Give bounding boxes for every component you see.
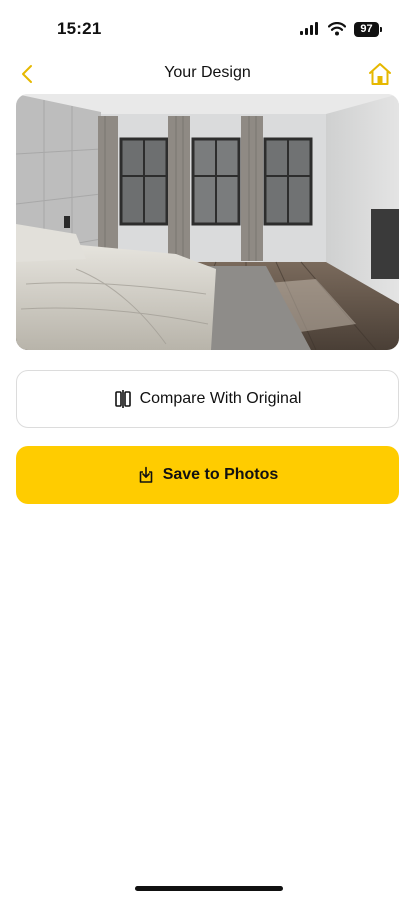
home-indicator[interactable]: [135, 886, 283, 891]
home-icon: [369, 63, 391, 85]
bedroom-render-image: [16, 94, 399, 350]
save-button-label: Save to Photos: [162, 466, 279, 483]
save-to-photos-button[interactable]: Save to Photos: [16, 446, 399, 504]
page-title: Your Design: [164, 64, 251, 81]
nav-bar: Your Design: [0, 56, 415, 92]
battery-level: 97: [360, 23, 373, 35]
cellular-signal-icon: [300, 22, 318, 35]
battery-icon: 97: [354, 21, 382, 37]
home-button[interactable]: [367, 61, 393, 87]
compare-with-original-button[interactable]: Compare With Original: [16, 370, 399, 428]
status-bar: 15:21 97: [0, 0, 415, 56]
status-icons: 97: [300, 19, 382, 39]
save-download-icon: [139, 466, 153, 483]
status-time: 15:21: [57, 19, 102, 38]
design-image: [16, 94, 399, 350]
wifi-icon: [328, 22, 346, 36]
compare-button-label: Compare With Original: [139, 390, 302, 407]
compare-split-icon: [114, 390, 131, 408]
